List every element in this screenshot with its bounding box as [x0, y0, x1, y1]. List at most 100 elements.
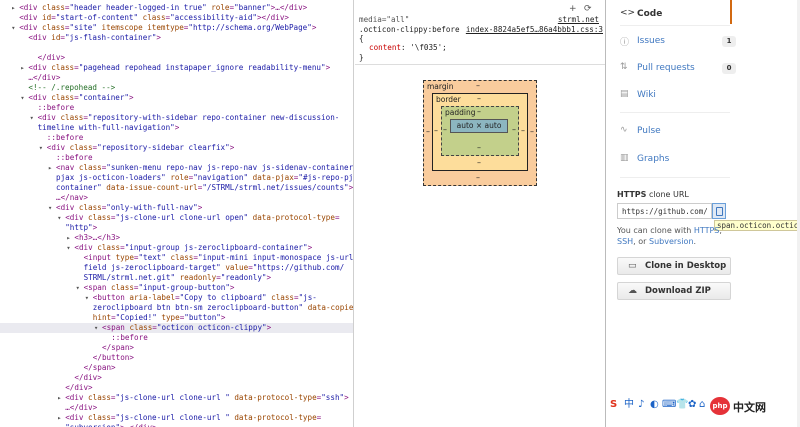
attribute-value: "pagehead repohead instapaper_ignore rea…	[78, 63, 326, 72]
dom-node[interactable]: ▾ <div class="input-group js-zeroclipboar…	[0, 243, 353, 253]
dom-node[interactable]: timeline with-full-navigation">	[0, 123, 353, 133]
margin-right-value[interactable]: –	[530, 127, 534, 136]
dom-node[interactable]: STRML/strml.net.git" readonly="readonly"…	[0, 273, 353, 283]
expand-arrow-icon[interactable]: ▸	[48, 163, 56, 173]
dom-node[interactable]: ▾ <div class = "js-clone-url clone-url open…	[0, 213, 353, 223]
download-zip-button[interactable]: ☁ Download ZIP	[617, 282, 731, 300]
dom-node[interactable]: <input type="text" class="input-mini inp…	[0, 253, 353, 263]
dom-node[interactable]: pjax js-octicon-loaders" role="navigatio…	[0, 173, 353, 183]
margin-top-value[interactable]: –	[476, 81, 480, 90]
dom-node[interactable]: </div>	[0, 373, 353, 383]
dom-node[interactable]: <!-- /.repohead -->	[0, 83, 353, 93]
dom-node[interactable]: field js-zeroclipboard-target" value="ht…	[0, 263, 353, 273]
stylesheet-source-link[interactable]: index-8824a5ef5…86a4bbb1.css:3	[466, 25, 603, 34]
box-model-border[interactable]: border – – – – padding – – – – auto × au…	[432, 93, 528, 171]
dom-node[interactable]: …</div>	[0, 403, 353, 413]
collapse-arrow-icon[interactable]: ▾	[94, 323, 102, 333]
keyboard-icon[interactable]: ⌨	[662, 399, 676, 411]
dom-node[interactable]: "subversion">…</div>	[0, 423, 353, 427]
nav-item-wiki[interactable]: ▤ Wiki	[620, 89, 730, 109]
dom-node[interactable]: ::before	[0, 103, 353, 113]
nav-item-issues[interactable]: ⓘ Issues 1	[620, 35, 736, 55]
dom-node[interactable]: ▸ <div class="pagehead repohead instapape…	[0, 63, 353, 73]
dom-node[interactable]: </span>	[0, 363, 353, 373]
subversion-link[interactable]: Subversion	[649, 237, 694, 246]
shirt-icon[interactable]: 👕	[676, 399, 688, 411]
ssh-link[interactable]: SSH	[617, 237, 633, 246]
music-icon[interactable]: ♪	[638, 399, 644, 411]
dom-node[interactable]: hint="Copied!" type="button">	[0, 313, 353, 323]
collapse-arrow-icon[interactable]: ▾	[48, 203, 56, 213]
margin-left-value[interactable]: –	[426, 127, 430, 136]
dom-node[interactable]: ::before	[0, 153, 353, 163]
border-top-value[interactable]: –	[477, 94, 481, 103]
padding-left-value[interactable]: –	[443, 125, 447, 134]
dom-node[interactable]: ▸ <div class="header header-logged-in tru…	[0, 3, 353, 13]
box-model-content[interactable]: auto × auto	[450, 119, 508, 133]
dom-node[interactable]: </div>	[0, 53, 353, 63]
dom-node[interactable]: <div id="start-of-content" class="access…	[0, 13, 353, 23]
expand-arrow-icon[interactable]: ▸	[57, 413, 65, 423]
dom-node[interactable]	[0, 43, 353, 53]
dom-node[interactable]: "http">	[0, 223, 353, 233]
dom-node[interactable]: ▸ <div class="js-clone-url clone-url " da…	[0, 393, 353, 403]
nav-item-pulse[interactable]: ∿ Pulse	[620, 125, 730, 145]
home-icon[interactable]: ⌂	[699, 399, 705, 411]
copy-to-clipboard-button[interactable]	[712, 203, 726, 219]
dom-node[interactable]: ▾ <div class="only-with-full-nav">	[0, 203, 353, 213]
https-link[interactable]: HTTPS	[694, 226, 720, 235]
dom-node-selected[interactable]: ▾ <span class="octicon octicon-clippy">	[0, 323, 353, 333]
dom-node[interactable]: ▾ <button aria-label="Copy to clipboard" …	[0, 293, 353, 303]
input-method-icon[interactable]: 中	[624, 399, 634, 411]
moon-icon[interactable]: ◐	[650, 399, 659, 411]
css-property[interactable]: content: '\f035';	[369, 43, 447, 52]
dom-node[interactable]: ::before	[0, 333, 353, 343]
margin-bottom-value[interactable]: –	[476, 173, 480, 182]
padding-top-value[interactable]: –	[477, 107, 481, 116]
flower-icon[interactable]: ✿	[688, 399, 696, 411]
dom-node[interactable]: ▸ <div class="js-clone-url clone-url " da…	[0, 413, 353, 423]
clone-url-input[interactable]	[617, 203, 712, 219]
dom-node[interactable]: zeroclipboard btn btn-sm zeroclipboard-b…	[0, 303, 353, 313]
collapse-arrow-icon[interactable]: ▾	[30, 113, 38, 123]
dom-node[interactable]: ▾ <div class="repository-sidebar clearfix…	[0, 143, 353, 153]
border-bottom-value[interactable]: –	[477, 158, 481, 167]
collapse-arrow-icon[interactable]: ▾	[39, 143, 47, 153]
property-value[interactable]: '\f035';	[410, 43, 447, 52]
collapse-arrow-icon[interactable]: ▾	[85, 293, 93, 303]
stylesheet-link[interactable]: strml.net	[558, 15, 599, 24]
collapse-arrow-icon[interactable]: ▾	[76, 283, 84, 293]
border-right-value[interactable]: –	[521, 126, 525, 135]
nav-item-graphs[interactable]: ▥ Graphs	[620, 153, 730, 173]
sogou-icon[interactable]: S	[610, 399, 617, 411]
expand-arrow-icon[interactable]: ▸	[57, 393, 65, 403]
box-model-margin[interactable]: margin – – – – border – – – – padding – …	[423, 80, 537, 186]
collapse-arrow-icon[interactable]: ▾	[57, 213, 65, 223]
dom-node[interactable]: …</div>	[0, 73, 353, 83]
dom-node[interactable]: ▸ <h3>…</h3>	[0, 233, 353, 243]
elements-panel[interactable]: ▸ <div class="header header-logged-in tru…	[0, 0, 354, 427]
dom-node[interactable]: </button>	[0, 353, 353, 363]
collapse-arrow-icon[interactable]: ▾	[11, 23, 19, 33]
dom-node[interactable]: ::before	[0, 133, 353, 143]
dom-node[interactable]: ▾ <div class="repository-with-sidebar rep…	[0, 113, 353, 123]
padding-right-value[interactable]: –	[512, 125, 516, 134]
property-name[interactable]: content	[369, 43, 401, 52]
attribute-value: "button"	[184, 313, 221, 322]
border-left-value[interactable]: –	[434, 126, 438, 135]
dom-node[interactable]: <div id="js-flash-container">	[0, 33, 353, 43]
padding-bottom-value[interactable]: –	[477, 143, 481, 152]
dom-node[interactable]: …</nav>	[0, 193, 353, 203]
dom-node[interactable]: ▸ <nav class="sunken-menu repo-nav js-rep…	[0, 163, 353, 173]
clone-in-desktop-button[interactable]: ▭ Clone in Desktop	[617, 257, 731, 275]
attribute-value: "js-clone-url clone-url open"	[115, 213, 249, 222]
dom-node[interactable]: ▾ <div class="container">	[0, 93, 353, 103]
dom-node[interactable]: </div>	[0, 383, 353, 393]
dom-node[interactable]: ▾ <div class="site" itemscope itemtype="h…	[0, 23, 353, 33]
dom-node[interactable]: </span>	[0, 343, 353, 353]
nav-item-pull-requests[interactable]: ⇅ Pull requests 0	[620, 62, 736, 82]
expand-arrow-icon[interactable]: ▸	[11, 3, 19, 13]
dom-node[interactable]: container" data-issue-count-url="/STRML/…	[0, 183, 353, 193]
box-model-padding[interactable]: padding – – – – auto × auto	[441, 106, 519, 156]
dom-node[interactable]: ▾ <span class="input-group-button">	[0, 283, 353, 293]
